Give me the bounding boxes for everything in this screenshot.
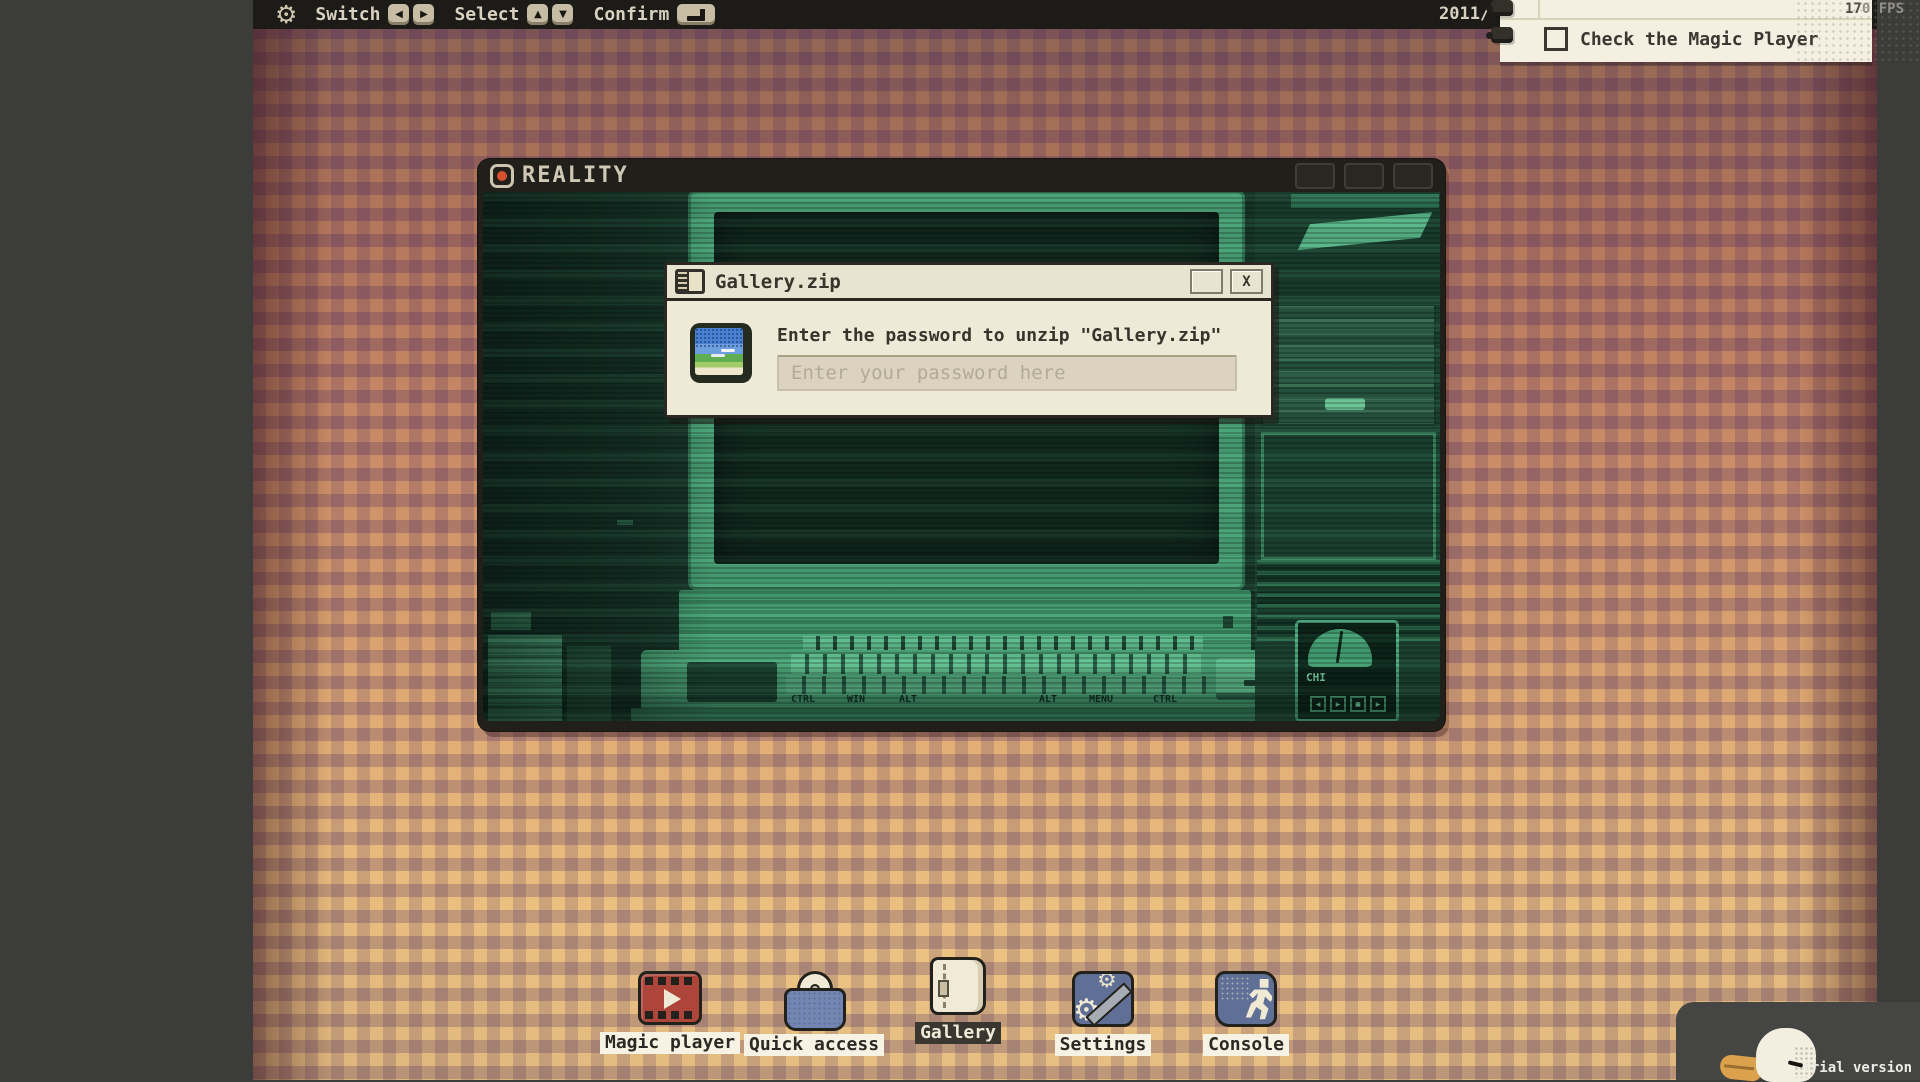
arrow-down-icon: ▼ — [552, 4, 573, 25]
todo-label: Check the Magic Player — [1580, 29, 1818, 50]
record-icon — [490, 164, 514, 188]
key-row-2 — [786, 676, 1206, 694]
keyboard-front-edge — [631, 708, 1315, 721]
side-cabinet — [1261, 432, 1436, 560]
pushpin-icon — [1491, 27, 1513, 43]
gear-icon[interactable]: ⚙ — [275, 0, 297, 29]
player-prev-icon: ◀ — [1310, 696, 1326, 712]
dialog-message: Enter the password to unzip "Gallery.zip… — [777, 325, 1221, 346]
icon-label: Settings — [1055, 1034, 1152, 1056]
icon-label: Gallery — [915, 1022, 1001, 1044]
desktop-icon-quick-access[interactable]: Quick access — [744, 971, 884, 1056]
zipper-pull-icon — [938, 980, 949, 997]
date-display: 2011/ — [1439, 4, 1490, 24]
todo-panel: Check the Magic Player — [1500, 0, 1872, 62]
right-shelf-column: CHI ◀ ▶ ■ ▶ — [1255, 192, 1440, 721]
todo-item: Check the Magic Player — [1544, 27, 1818, 51]
sketchbook-icon — [930, 957, 986, 1015]
trial-version-label: trial version — [1802, 1060, 1912, 1076]
desktop-icon-gallery[interactable]: Gallery — [888, 957, 1028, 1044]
player-buttons: ◀ ▶ ■ ▶ — [1310, 696, 1386, 712]
password-input[interactable] — [777, 355, 1237, 391]
enter-key-icon — [677, 4, 715, 25]
key-label-ctrl-left: CTRL — [791, 694, 815, 706]
key-label-alt-right: ALT — [1039, 694, 1057, 706]
window-button-1[interactable] — [1295, 163, 1335, 189]
arrow-right-icon: ▶ — [413, 4, 434, 25]
keyboard: CTRL WIN ALT ALT MENU CTRL — [641, 650, 1305, 712]
desktop-icon-magic-player[interactable]: Magic player — [600, 971, 740, 1054]
dialog-blank-button[interactable] — [1190, 269, 1223, 294]
bag-icon — [784, 988, 846, 1031]
running-person-icon — [1215, 971, 1277, 1027]
dialog-titlebar[interactable]: Gallery.zip X — [667, 265, 1271, 301]
player-play-icon: ▶ — [1330, 696, 1346, 712]
film-reel-icon — [638, 971, 702, 1025]
todo-checkbox[interactable] — [1544, 27, 1568, 51]
arrow-left-icon: ◀ — [388, 4, 409, 25]
gallery-zip-dialog: Gallery.zip X Enter the password to unzi… — [664, 262, 1274, 418]
play-icon — [664, 989, 681, 1009]
player-stop-icon: ■ — [1350, 696, 1366, 712]
panel-knob — [1325, 398, 1365, 410]
key-label-win: WIN — [847, 694, 865, 706]
device-label: CHI — [1306, 671, 1326, 684]
bag-disc-icon — [782, 971, 846, 1027]
left-dark-box — [565, 644, 613, 721]
confirm-label: Confirm — [593, 4, 669, 25]
disc-player-device: CHI ◀ ▶ ■ ▶ — [1295, 620, 1399, 721]
arrow-up-icon: ▲ — [527, 4, 548, 25]
touchpad — [687, 662, 777, 702]
pushpin-icon — [1491, 0, 1513, 16]
switch-label: Switch — [315, 4, 380, 25]
fps-counter: 170 FPS — [1845, 1, 1904, 17]
trial-corner: trial version — [1676, 1002, 1920, 1080]
desktop-icon-console[interactable]: Console — [1176, 971, 1316, 1056]
zip-file-icon — [675, 269, 705, 294]
key-label-alt-left: ALT — [899, 694, 917, 706]
player-next-icon: ▶ — [1370, 696, 1386, 712]
left-ridged-box — [485, 632, 565, 721]
gears-wrench-icon: ⚙⚙ — [1072, 971, 1134, 1027]
shelf-slab — [1291, 194, 1439, 208]
monitor-indicator — [1223, 616, 1233, 628]
reality-titlebar[interactable]: REALITY — [478, 159, 1445, 192]
dialog-title: Gallery.zip — [715, 271, 841, 293]
window-button-2[interactable] — [1344, 163, 1384, 189]
reality-window: REALITY — [478, 159, 1445, 731]
icon-label: Console — [1203, 1034, 1289, 1056]
dialog-buttons: X — [1190, 269, 1263, 294]
gallery-photo-icon — [690, 323, 752, 383]
disc — [1308, 629, 1372, 667]
game-viewport: ⚙ Switch ◀ ▶ Select ▲ ▼ Confirm 2011/ RE… — [253, 0, 1877, 1080]
key-label-menu: MENU — [1089, 694, 1113, 706]
dialog-body: Enter the password to unzip "Gallery.zip… — [667, 301, 1271, 415]
key-row-1 — [791, 654, 1201, 674]
select-label: Select — [454, 4, 519, 25]
window-buttons — [1295, 163, 1433, 189]
icon-label: Magic player — [600, 1032, 740, 1054]
left-small-box — [491, 612, 531, 630]
game-screen: ⚙ Switch ◀ ▶ Select ▲ ▼ Confirm 2011/ RE… — [0, 0, 1920, 1080]
window-button-3[interactable] — [1393, 163, 1433, 189]
reality-title: REALITY — [522, 163, 629, 188]
key-label-ctrl-right: CTRL — [1153, 694, 1177, 706]
icon-label: Quick access — [744, 1034, 884, 1056]
wall-mark — [617, 520, 633, 525]
dialog-close-button[interactable]: X — [1230, 269, 1263, 294]
desktop-icon-settings[interactable]: ⚙⚙ Settings — [1033, 971, 1173, 1056]
